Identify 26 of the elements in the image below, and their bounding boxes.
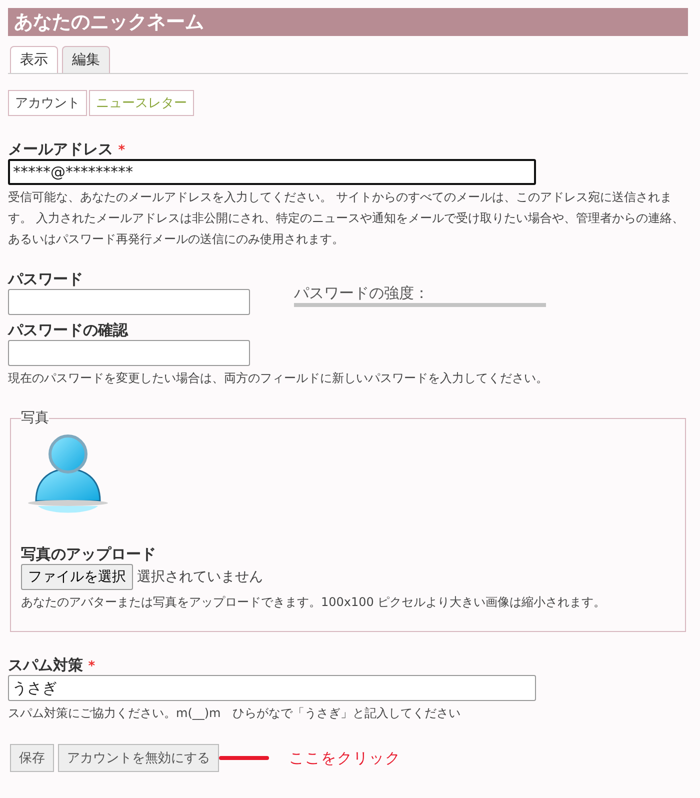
password-confirm-field[interactable] bbox=[8, 340, 250, 366]
upload-label: 写真のアップロード bbox=[21, 545, 156, 563]
spam-description: スパム対策にご協力ください。m(__)m ひらがなで「うさぎ」と記入してください bbox=[8, 705, 462, 722]
spam-answer-field[interactable]: うさぎ bbox=[8, 675, 536, 701]
file-status: 選択されていません bbox=[137, 568, 263, 586]
subtab[interactable]: アカウント bbox=[8, 90, 87, 116]
email-field[interactable]: *****@********* bbox=[8, 159, 536, 185]
password-description: 現在のパスワードを変更したい場合は、両方のフィールドに新しいパスワードを入力してください。 bbox=[8, 370, 549, 387]
photo-legend: 写真 bbox=[21, 409, 49, 427]
tab[interactable]: 編集 bbox=[62, 46, 110, 73]
required-mark: * bbox=[88, 659, 96, 674]
form-button[interactable]: アカウントを無効にする bbox=[58, 744, 219, 772]
photo-description: あなたのアバターまたは写真をアップロードできます。100x100 ピクセルより大きい画像は縮小されます。 bbox=[21, 594, 607, 611]
password-label: パスワード bbox=[8, 270, 83, 288]
page-title: あなたのニックネーム bbox=[8, 8, 688, 36]
email-description: 受信可能な、あなたのメールアドレスを入力してください。 サイトからのすべてのメールは、このアドレス宛に送信されます。 入力されたメールアドレスは非公開にされ、特定のニュースや通知をメールで受け取りたい場合や、管理者からの連絡、あるいはパスワード再発行メールの送信にのみ使用されます。 bbox=[8, 189, 685, 248]
annotation-text: ここをクリック bbox=[289, 748, 401, 768]
tab[interactable]: 表示 bbox=[10, 46, 58, 73]
spam-label: スパム対策 bbox=[8, 656, 83, 674]
password-confirm-label: パスワードの確認 bbox=[8, 321, 128, 339]
choose-file-button[interactable]: ファイルを選択 bbox=[21, 564, 133, 590]
strength-label: パスワードの強度： bbox=[294, 284, 430, 303]
password-field[interactable] bbox=[8, 289, 250, 315]
form-button[interactable]: 保存 bbox=[10, 744, 54, 772]
email-label: メールアドレス bbox=[8, 140, 113, 158]
required-mark: * bbox=[118, 143, 126, 158]
